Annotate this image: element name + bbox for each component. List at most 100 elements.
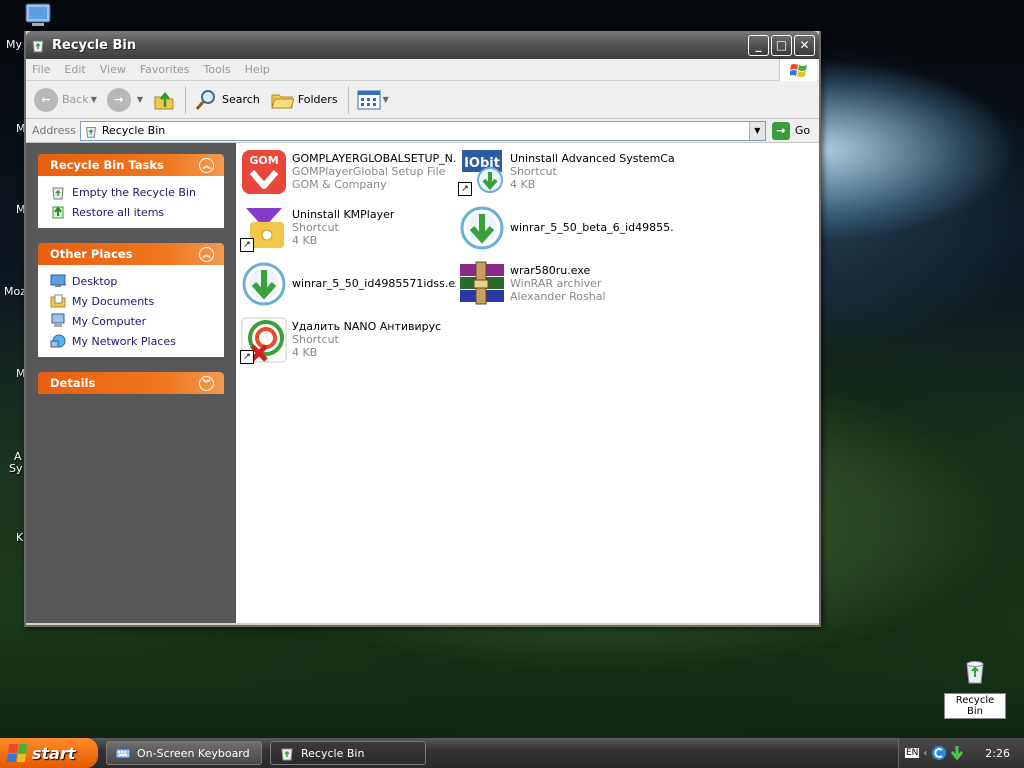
empty-recycle-bin-label: Empty the Recycle Bin: [72, 185, 196, 199]
recycle-bin-tasks-title: Recycle Bin Tasks: [50, 158, 164, 172]
system-tray: EN ‹ 2:26: [898, 738, 1024, 768]
taskbar-on-screen-keyboard[interactable]: On-Screen Keyboard: [106, 741, 262, 765]
taskbar-recycle-bin[interactable]: Recycle Bin: [270, 741, 426, 765]
chevron-up-icon: ︽: [199, 157, 214, 173]
details-header[interactable]: Details ︾: [38, 372, 224, 394]
up-folder-button[interactable]: [153, 89, 175, 111]
file-size: 4 KB: [292, 346, 318, 359]
file-name: Удалить NANO Антивирус: [292, 320, 442, 333]
my-network-places-link[interactable]: My Network Places: [50, 331, 216, 351]
empty-recycle-bin-link[interactable]: Empty the Recycle Bin: [50, 182, 216, 202]
folders-label: Folders: [297, 93, 338, 106]
window-body: Recycle Bin Tasks ︽ Empty the Recycle Bi…: [26, 143, 819, 623]
file-item[interactable]: ↗ Uninstall KMPlayer Shortcut 4 KB: [240, 204, 456, 252]
desktop-icon-label[interactable]: K: [16, 531, 23, 544]
ccleaner-tray-icon[interactable]: [931, 745, 947, 761]
folders-button[interactable]: Folders: [270, 89, 338, 111]
file-item[interactable]: ↗ Удалить NANO Антивирус Shortcut 4 KB: [240, 316, 456, 364]
address-dropdown-button[interactable]: ▼: [748, 121, 765, 140]
chevron-down-icon: ︾: [199, 375, 214, 391]
my-documents-label: My Documents: [72, 294, 155, 308]
views-icon: [357, 90, 381, 109]
chevron-down-icon: ▼: [754, 126, 761, 135]
network-places-icon: [50, 334, 66, 348]
maximize-button[interactable]: □: [771, 34, 792, 56]
menu-help[interactable]: Help: [245, 63, 270, 76]
shortcut-arrow-icon: ↗: [240, 350, 254, 364]
desktop-link[interactable]: Desktop: [50, 271, 216, 291]
recycle-bin-icon: [32, 40, 44, 53]
menu-view[interactable]: View: [100, 63, 126, 76]
go-label: Go: [794, 124, 811, 137]
file-item[interactable]: GOM GOMPLAYERGLOBALSETUP_N... GOMPlayerG…: [240, 148, 456, 196]
toolbar-separator: [347, 85, 349, 114]
desktop-icon-label[interactable]: Sy: [9, 462, 23, 475]
up-folder-icon: [154, 91, 174, 109]
my-network-places-label: My Network Places: [72, 334, 176, 348]
file-item[interactable]: winrar_5_50_id4985571idss.exe: [240, 260, 456, 308]
language-indicator[interactable]: EN: [905, 748, 920, 758]
maximize-icon: □: [775, 38, 788, 52]
details-title: Details: [50, 376, 96, 390]
my-documents-link[interactable]: My Documents: [50, 291, 216, 311]
recycle-bin-tasks-body: Empty the Recycle Bin Restore all items: [38, 176, 224, 228]
go-button[interactable]: → Go: [771, 121, 811, 140]
windows-logo-icon: [6, 744, 28, 762]
clock[interactable]: 2:26: [985, 747, 1010, 760]
address-bar: Address Recycle Bin ▼ → Go: [26, 119, 819, 143]
address-input[interactable]: Recycle Bin ▼: [79, 120, 766, 141]
minimize-button[interactable]: _: [748, 34, 769, 56]
recycle-bin-window: Recycle Bin _ □ ✕ File Edit View Favorit…: [24, 31, 821, 627]
menu-file[interactable]: File: [32, 63, 50, 76]
file-type: Shortcut: [510, 165, 557, 178]
recycle-bin-tasks-header[interactable]: Recycle Bin Tasks ︽: [38, 154, 224, 176]
my-computer-icon: [51, 313, 65, 327]
search-button[interactable]: Search: [194, 88, 260, 112]
menu-tools[interactable]: Tools: [204, 63, 231, 76]
winrar-icon: [460, 261, 504, 305]
close-button[interactable]: ✕: [794, 34, 815, 56]
my-computer-label: My Computer: [72, 314, 147, 328]
menu-bar: File Edit View Favorites Tools Help: [26, 59, 819, 81]
file-name: winrar_5_50_beta_6_id49855...: [510, 221, 674, 234]
forward-button[interactable]: → ▼: [106, 87, 143, 112]
chevron-left-icon[interactable]: ‹: [923, 748, 927, 759]
file-type: Shortcut: [292, 333, 339, 346]
other-places-panel: Other Places ︽ Desktop My Documents My C…: [38, 243, 224, 357]
file-item[interactable]: IObit ↗ Uninstall Advanced SystemCare Sh…: [458, 148, 674, 196]
desktop-label: Desktop: [72, 274, 118, 288]
other-places-header[interactable]: Other Places ︽: [38, 243, 224, 265]
start-button[interactable]: start: [0, 738, 98, 768]
restore-all-items-link[interactable]: Restore all items: [50, 202, 216, 222]
desktop-icon-label[interactable]: Moz: [4, 285, 26, 298]
desktop-icon: [50, 274, 66, 287]
recycle-bin-icon: [966, 661, 984, 684]
search-label: Search: [222, 93, 260, 106]
chevron-down-icon: ▼: [90, 95, 97, 104]
restore-icon: [52, 206, 64, 219]
my-computer-link[interactable]: My Computer: [50, 311, 216, 331]
file-company: Alexander Roshal: [510, 290, 606, 303]
my-documents-icon: [50, 294, 66, 308]
task-label: On-Screen Keyboard: [137, 746, 250, 760]
file-item[interactable]: wrar580ru.exe WinRAR archiver Alexander …: [458, 260, 674, 308]
menu-favorites[interactable]: Favorites: [140, 63, 190, 76]
restore-all-items-label: Restore all items: [72, 205, 165, 219]
desktop-icon-label[interactable]: My: [6, 38, 22, 51]
gom-player-icon: GOM: [242, 150, 286, 194]
minimize-icon: _: [755, 38, 762, 52]
download-tray-icon[interactable]: [949, 745, 965, 761]
task-pane: Recycle Bin Tasks ︽ Empty the Recycle Bi…: [26, 143, 236, 623]
start-label: start: [32, 743, 76, 763]
close-icon: ✕: [799, 38, 810, 52]
file-item[interactable]: winrar_5_50_beta_6_id49855...: [458, 204, 674, 252]
taskbar: start On-Screen Keyboard Recycle Bin EN …: [0, 738, 1024, 768]
recycle-bin-icon: [281, 748, 293, 761]
kmplayer-shortcut-icon: ↗: [240, 204, 288, 252]
title-bar[interactable]: Recycle Bin _ □ ✕: [26, 31, 819, 59]
back-button[interactable]: ← Back ▼: [34, 87, 97, 112]
recycle-bin-desktop-icon[interactable]: Recycle Bin: [944, 656, 1006, 719]
my-computer-desktop-icon[interactable]: [22, 2, 54, 28]
menu-edit[interactable]: Edit: [64, 63, 85, 76]
views-button[interactable]: ▼: [357, 90, 389, 110]
